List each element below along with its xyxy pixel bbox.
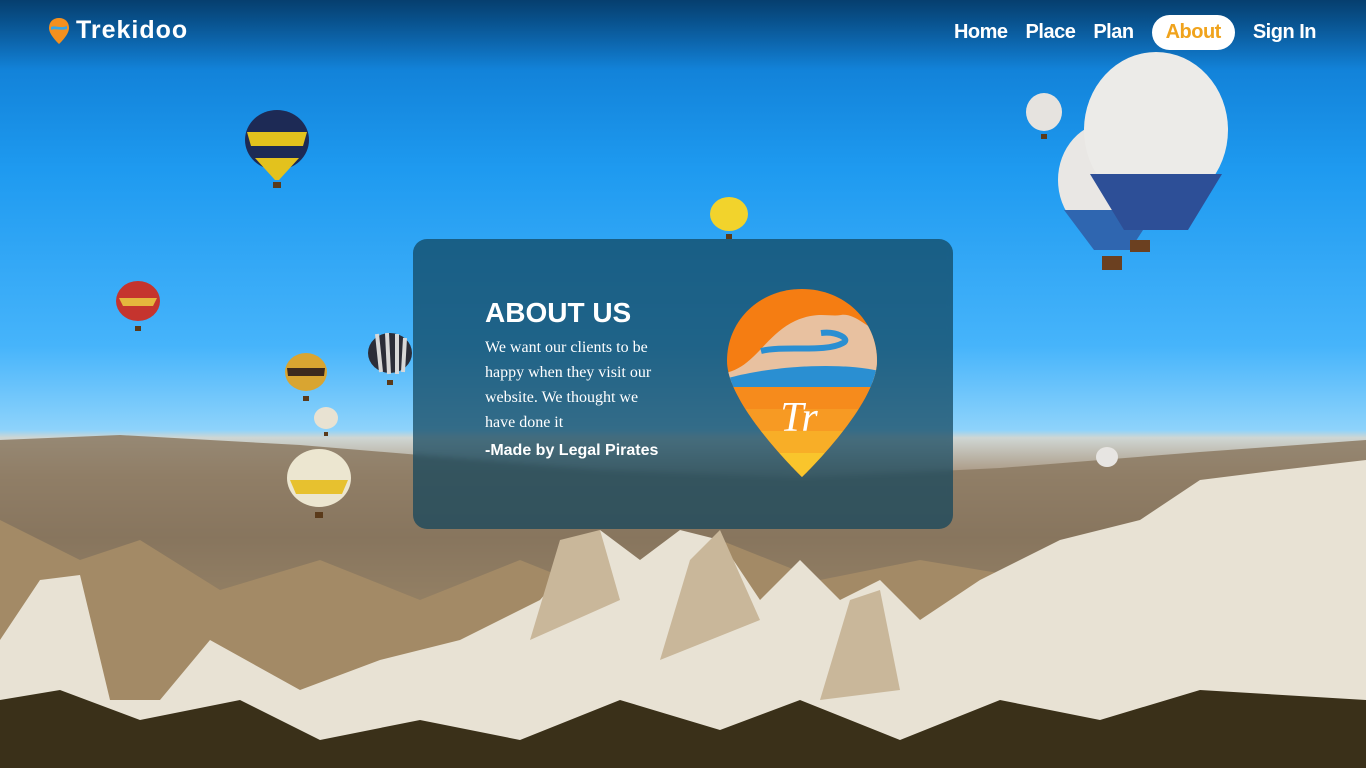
balloon-illustration: [285, 353, 327, 401]
balloon-illustration: [314, 407, 338, 436]
about-card: ABOUT US We want our clients to be happy…: [413, 239, 953, 529]
about-description: We want our clients to be happy when the…: [485, 339, 652, 431]
logo-text: Tr: [780, 395, 818, 441]
nav-link-about[interactable]: About: [1151, 15, 1235, 50]
brand-name: Trekidoo: [76, 16, 189, 44]
nav-link-plan[interactable]: Plan: [1093, 15, 1134, 50]
about-signature: -Made by Legal Pirates: [485, 442, 659, 459]
about-title: ABOUT US: [485, 297, 632, 328]
map-pin-icon: [49, 17, 69, 44]
main-nav: Home Place Plan About Sign In: [954, 15, 1317, 50]
balloon-illustration: [1058, 52, 1228, 270]
balloon-illustration: [1096, 447, 1118, 467]
trekidoo-logo-icon: Tr: [727, 289, 877, 477]
top-navbar: Trekidoo Home Place Plan About Sign In: [0, 0, 1366, 66]
nav-link-place[interactable]: Place: [1026, 15, 1076, 50]
brand-link[interactable]: Trekidoo: [48, 16, 188, 45]
balloon-illustration: [368, 332, 412, 385]
nav-link-home[interactable]: Home: [954, 15, 1008, 50]
balloon-illustration: [287, 449, 351, 518]
balloon-illustration: [116, 281, 160, 331]
balloon-illustration: [245, 110, 309, 188]
balloon-illustration: [710, 197, 748, 239]
nav-link-sign-in[interactable]: Sign In: [1253, 15, 1317, 50]
